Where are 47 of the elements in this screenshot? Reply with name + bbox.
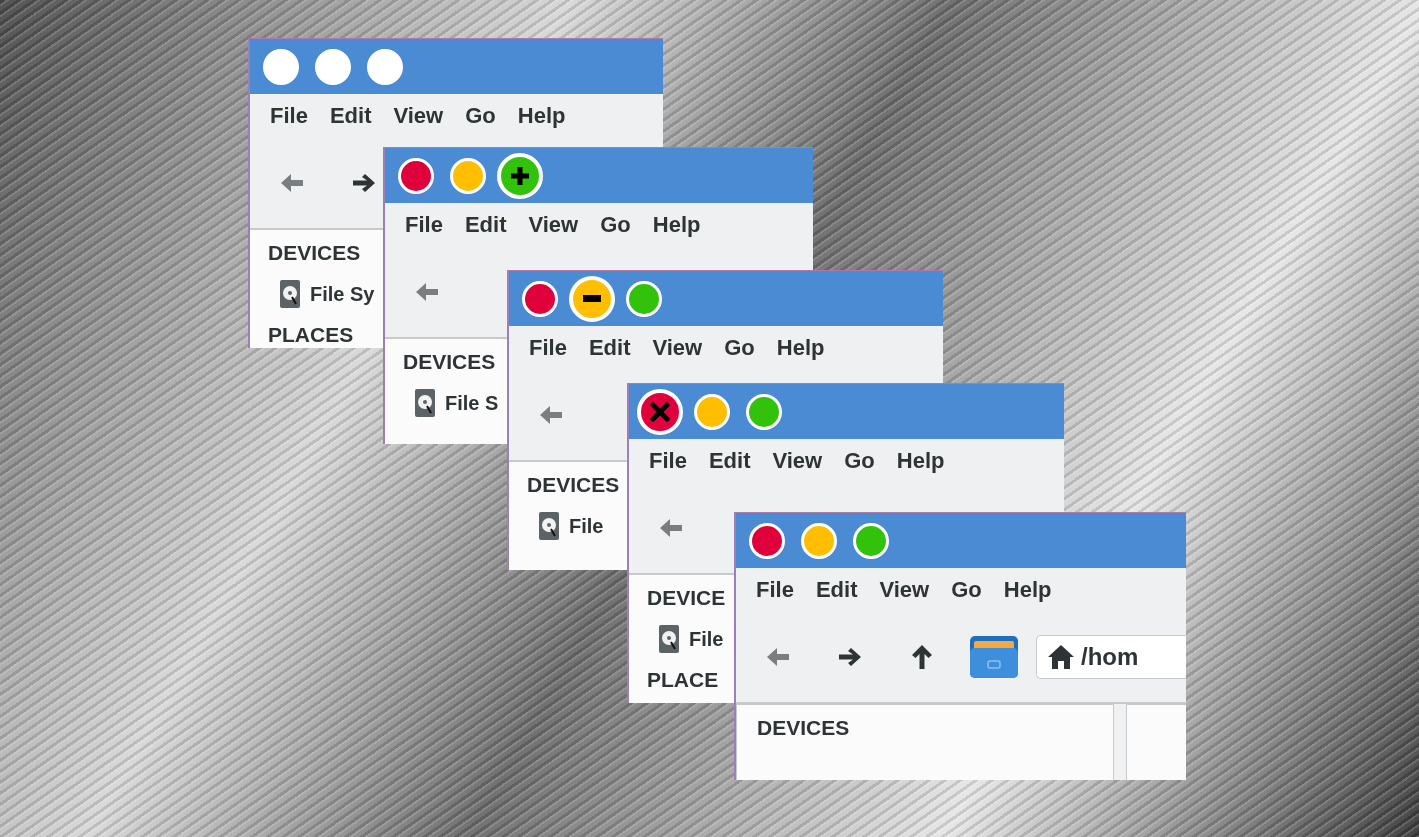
folder-icon[interactable]: [970, 636, 1018, 678]
close-button[interactable]: [637, 388, 683, 435]
menu-item[interactable]: Help: [1003, 577, 1052, 603]
sidebar-item[interactable]: File: [539, 512, 604, 540]
section-heading: PLACES: [268, 322, 354, 348]
menu-item[interactable]: File: [405, 212, 443, 238]
sidebar-item[interactable]: File: [659, 625, 724, 653]
menu-item[interactable]: View: [393, 103, 444, 129]
menu-item[interactable]: Edit: [708, 448, 751, 474]
section-heading: DEVICES: [268, 240, 361, 266]
menu-item[interactable]: Edit: [815, 577, 858, 603]
menu-item[interactable]: View: [652, 335, 703, 361]
menu-item[interactable]: Edit: [329, 103, 372, 129]
menu-item[interactable]: Help: [776, 335, 825, 361]
menu-item[interactable]: Go: [951, 577, 982, 603]
minimize-button[interactable]: [569, 275, 615, 322]
menu-item[interactable]: File: [756, 577, 794, 603]
menu-item[interactable]: File: [649, 448, 687, 474]
path-input[interactable]: /hom: [1081, 643, 1161, 671]
menu-item[interactable]: View: [772, 448, 823, 474]
plus-icon: [511, 166, 529, 185]
menu-item[interactable]: Help: [517, 103, 566, 129]
sidebar-item[interactable]: File S: [415, 389, 499, 417]
section-heading: DEVICES: [527, 472, 620, 498]
section-heading: DEVICES: [403, 349, 496, 375]
menu-item[interactable]: Go: [724, 335, 755, 361]
menu-item[interactable]: Help: [652, 212, 701, 238]
menu-item[interactable]: Go: [465, 103, 496, 129]
up-arrow-icon[interactable]: [910, 643, 934, 671]
section-heading: DEVICE: [647, 585, 726, 611]
menu-item[interactable]: View: [528, 212, 579, 238]
home-icon: [1047, 644, 1075, 670]
menu-item[interactable]: File: [270, 103, 308, 129]
menu-item[interactable]: Help: [896, 448, 945, 474]
location-bar[interactable]: /hom: [1036, 635, 1186, 679]
section-heading: PLACE: [647, 667, 719, 693]
sidebar-item[interactable]: File Sy: [280, 280, 375, 308]
menu-item[interactable]: Edit: [464, 212, 507, 238]
menu-item[interactable]: Edit: [588, 335, 631, 361]
menu-item[interactable]: View: [879, 577, 930, 603]
section-heading: DEVICES: [757, 715, 850, 741]
close-icon: [650, 401, 670, 422]
minus-icon: [583, 295, 601, 302]
menu-item[interactable]: Go: [600, 212, 631, 238]
menu-item[interactable]: Go: [844, 448, 875, 474]
maximize-button[interactable]: [497, 152, 543, 199]
menu-item[interactable]: File: [529, 335, 567, 361]
